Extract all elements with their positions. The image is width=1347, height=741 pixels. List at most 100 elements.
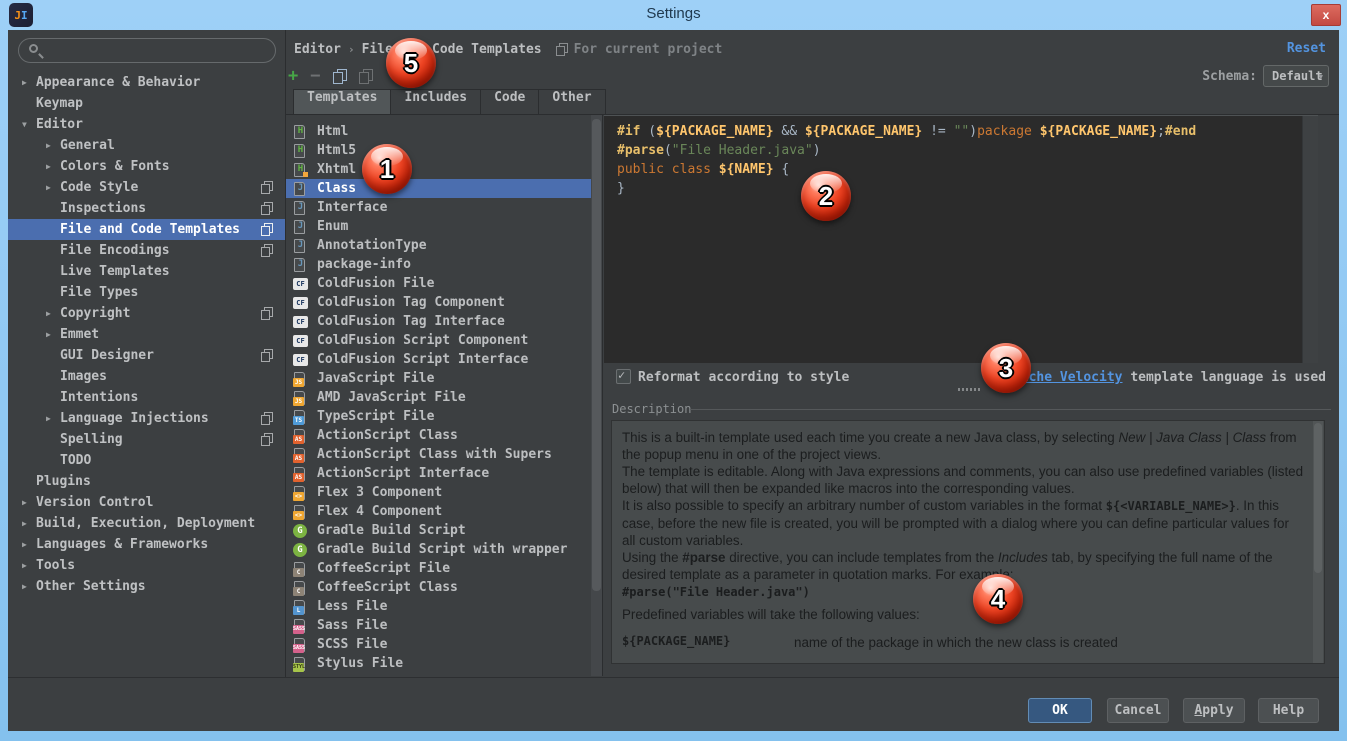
template-list-item[interactable]: C CoffeeScript Class xyxy=(286,578,591,597)
sidebar-tree-item[interactable]: Keymap xyxy=(8,93,285,114)
template-list-item[interactable]: SASS Sass File xyxy=(286,616,591,635)
tree-item-label: Intentions xyxy=(60,390,138,405)
template-name: Stylus File xyxy=(317,656,403,671)
tree-item-label: Keymap xyxy=(36,96,83,111)
reformat-checkbox[interactable] xyxy=(616,369,631,384)
description-paragraph: #parse("File Header.java") xyxy=(622,583,1304,601)
splitter-handle[interactable] xyxy=(958,388,982,391)
shared-settings-icon xyxy=(261,433,273,446)
scrollbar-thumb[interactable] xyxy=(592,119,601,591)
template-list-scrollbar[interactable] xyxy=(591,115,602,676)
sidebar-tree-item[interactable]: Languages & Frameworks xyxy=(8,534,285,555)
template-list-item[interactable]: L Less File xyxy=(286,597,591,616)
remove-template-button[interactable]: − xyxy=(310,66,320,86)
template-list-item[interactable]: C CoffeeScript File xyxy=(286,559,591,578)
description-scrollbar[interactable] xyxy=(1313,421,1323,663)
template-list-item[interactable]: CF ColdFusion Tag Interface xyxy=(286,312,591,331)
schema-dropdown[interactable]: Default xyxy=(1263,65,1329,87)
sidebar-tree-item[interactable]: File and Code Templates xyxy=(8,219,285,240)
sidebar-tree-item[interactable]: Live Templates xyxy=(8,261,285,282)
template-list-item[interactable]: J Enum xyxy=(286,217,591,236)
tab-bar: TemplatesIncludesCodeOther xyxy=(293,89,605,114)
template-list-item[interactable]: CF ColdFusion Tag Component xyxy=(286,293,591,312)
template-list-item[interactable]: SASS SCSS File xyxy=(286,635,591,654)
template-list-item[interactable]: H Html xyxy=(286,122,591,141)
template-list-item[interactable]: H Html5 xyxy=(286,141,591,160)
template-list-item[interactable]: AS ActionScript Class xyxy=(286,426,591,445)
reformat-checkbox-label[interactable]: Reformat according to style xyxy=(638,370,849,385)
template-list-item[interactable]: AS ActionScript Interface xyxy=(286,464,591,483)
template-list-item[interactable]: CF ColdFusion File xyxy=(286,274,591,293)
sidebar-tree-item[interactable]: File Types xyxy=(8,282,285,303)
editor-scrollbar[interactable] xyxy=(1302,116,1318,363)
template-list-item[interactable]: AS ActionScript Class with Supers xyxy=(286,445,591,464)
tab[interactable]: Other xyxy=(538,89,605,114)
sidebar-tree-item[interactable]: TODO xyxy=(8,450,285,471)
tab[interactable]: Templates xyxy=(293,89,391,114)
template-list-item[interactable]: G Gradle Build Script xyxy=(286,521,591,540)
tree-item-label: File Encodings xyxy=(60,243,170,258)
tree-item-label: Version Control xyxy=(36,495,153,510)
sidebar-tree-item[interactable]: General xyxy=(8,135,285,156)
template-list-item[interactable]: J Class xyxy=(286,179,591,198)
template-list-item[interactable]: JS AMD JavaScript File xyxy=(286,388,591,407)
reset-to-default-button[interactable] xyxy=(359,69,373,84)
template-name: ColdFusion Tag Interface xyxy=(317,314,505,329)
sidebar-tree-item[interactable]: Language Injections xyxy=(8,408,285,429)
tree-expand-icon xyxy=(22,576,27,597)
template-list-item[interactable]: H Xhtml xyxy=(286,160,591,179)
ok-button[interactable]: OK xyxy=(1028,698,1092,723)
apply-button[interactable]: Apply xyxy=(1183,698,1245,723)
template-list-item[interactable]: G Gradle Build Script with wrapper xyxy=(286,540,591,559)
sidebar-tree-item[interactable]: GUI Designer xyxy=(8,345,285,366)
template-list-item[interactable]: TS TypeScript File xyxy=(286,407,591,426)
breadcrumb: Editor › File and Code Templates For cur… xyxy=(294,40,722,58)
template-list-item[interactable]: JS JavaScript File xyxy=(286,369,591,388)
sidebar-tree-item[interactable]: Colors & Fonts xyxy=(8,156,285,177)
tab[interactable]: Includes xyxy=(390,89,481,114)
close-button[interactable]: x xyxy=(1311,4,1341,26)
description-paragraph: Predefined variables will take the follo… xyxy=(622,606,1304,623)
template-list-item[interactable]: J AnnotationType xyxy=(286,236,591,255)
scrollbar-thumb[interactable] xyxy=(1314,423,1322,573)
sidebar-tree-item[interactable]: Code Style xyxy=(8,177,285,198)
add-template-button[interactable]: + xyxy=(288,66,298,86)
sidebar-tree-item[interactable]: Editor xyxy=(8,114,285,135)
template-list-item[interactable]: J package-info xyxy=(286,255,591,274)
sidebar-tree-item[interactable]: Intentions xyxy=(8,387,285,408)
cancel-button[interactable]: Cancel xyxy=(1107,698,1169,723)
sidebar-tree-item[interactable]: Version Control xyxy=(8,492,285,513)
tab[interactable]: Code xyxy=(480,89,539,114)
reset-link[interactable]: Reset xyxy=(1287,41,1326,56)
template-list-item[interactable]: <> Flex 3 Component xyxy=(286,483,591,502)
list-editor-divider[interactable] xyxy=(602,115,603,676)
sidebar-tree-item[interactable]: Images xyxy=(8,366,285,387)
breadcrumb-editor[interactable]: Editor xyxy=(294,42,341,57)
sidebar-tree-item[interactable]: File Encodings xyxy=(8,240,285,261)
sidebar-tree-item[interactable]: Copyright xyxy=(8,303,285,324)
settings-search-input[interactable] xyxy=(18,38,276,63)
help-button[interactable]: Help xyxy=(1258,698,1319,723)
sidebar-tree-item[interactable]: Inspections xyxy=(8,198,285,219)
template-list-item[interactable]: CF ColdFusion Script Interface xyxy=(286,350,591,369)
template-name: Flex 3 Component xyxy=(317,485,442,500)
sidebar-tree-item[interactable]: Tools xyxy=(8,555,285,576)
shared-settings-icon xyxy=(261,244,273,257)
sidebar-tree-item[interactable]: Other Settings xyxy=(8,576,285,597)
sidebar-tree-item[interactable]: Plugins xyxy=(8,471,285,492)
sidebar-tree-item[interactable]: Appearance & Behavior xyxy=(8,72,285,93)
template-editor[interactable]: #if (${PACKAGE_NAME} && ${PACKAGE_NAME} … xyxy=(604,115,1318,363)
tree-item-label: Code Style xyxy=(60,180,138,195)
title-bar[interactable]: JI Settings x xyxy=(0,0,1347,30)
template-list-item[interactable]: STYL Stylus File xyxy=(286,654,591,673)
tree-item-label: Language Injections xyxy=(60,411,209,426)
sidebar-tree-item[interactable]: Emmet xyxy=(8,324,285,345)
scope-label: For current project xyxy=(574,42,723,57)
template-list-item[interactable]: <> Flex 4 Component xyxy=(286,502,591,521)
tree-item-label: Spelling xyxy=(60,432,123,447)
template-list-item[interactable]: J Interface xyxy=(286,198,591,217)
copy-template-button[interactable] xyxy=(333,69,347,84)
sidebar-tree-item[interactable]: Build, Execution, Deployment xyxy=(8,513,285,534)
template-list-item[interactable]: CF ColdFusion Script Component xyxy=(286,331,591,350)
sidebar-tree-item[interactable]: Spelling xyxy=(8,429,285,450)
